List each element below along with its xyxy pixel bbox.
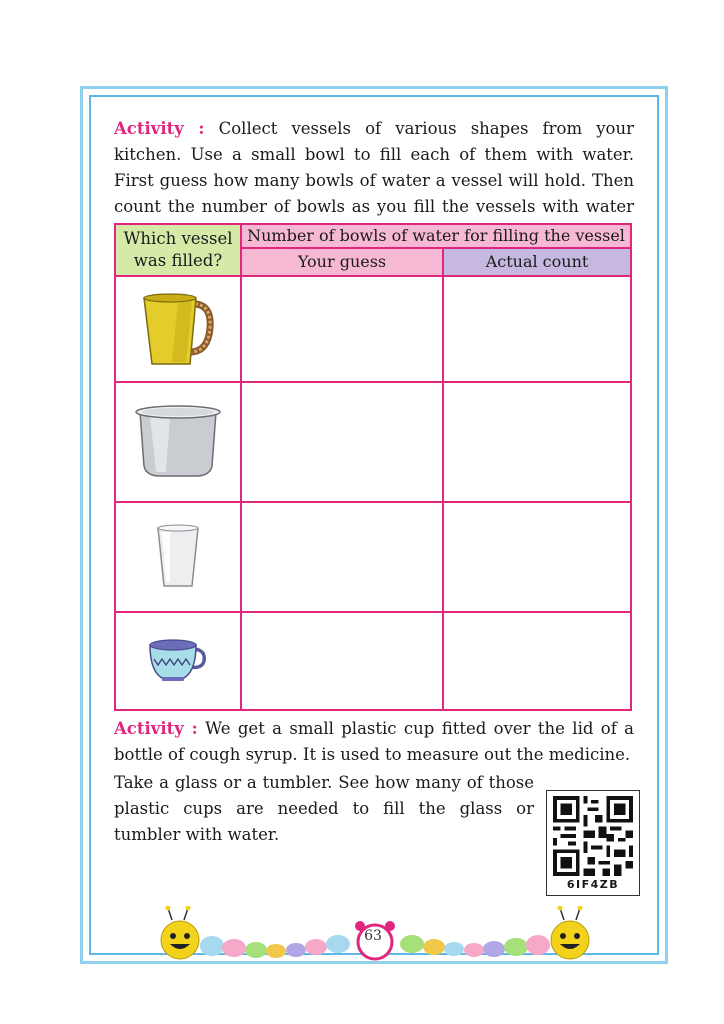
qr-code-icon: [553, 796, 633, 876]
steel-pot-icon: [135, 405, 221, 477]
guess-cell-glass[interactable]: [241, 502, 443, 612]
header-your-guess: Your guess: [241, 248, 443, 276]
guess-cell-mug[interactable]: [241, 276, 443, 382]
teacup-icon: [149, 639, 206, 681]
vessel-cell-teacup: [115, 612, 241, 710]
guess-cell-pot[interactable]: [241, 382, 443, 502]
glass-tumbler-icon: [157, 524, 199, 587]
activity-1-label: Activity :: [114, 119, 205, 138]
header-number-of-bowls: Number of bowls of water for filling the…: [241, 224, 631, 248]
activity-2-paragraph: Activity : We get a small plastic cup fi…: [114, 716, 634, 768]
vessel-cell-pot: [115, 382, 241, 502]
vessel-table: Which vessel was filled? Number of bowls…: [114, 223, 632, 711]
header-which-vessel: Which vessel was filled?: [115, 224, 241, 276]
count-cell-glass[interactable]: [443, 502, 631, 612]
qr-code-label: 6IF4ZB: [566, 878, 620, 891]
vessel-cell-mug: [115, 276, 241, 382]
activity-2-label: Activity :: [114, 719, 198, 738]
glass-tumbler-paragraph: Take a glass or a tumbler. See how many …: [114, 773, 534, 844]
yellow-mug-icon: [143, 293, 214, 365]
guess-cell-teacup[interactable]: [241, 612, 443, 710]
page-number: 63: [364, 928, 382, 944]
count-cell-teacup[interactable]: [443, 612, 631, 710]
count-cell-pot[interactable]: [443, 382, 631, 502]
header-actual-count: Actual count: [443, 248, 631, 276]
vessel-cell-glass: [115, 502, 241, 612]
count-cell-mug[interactable]: [443, 276, 631, 382]
